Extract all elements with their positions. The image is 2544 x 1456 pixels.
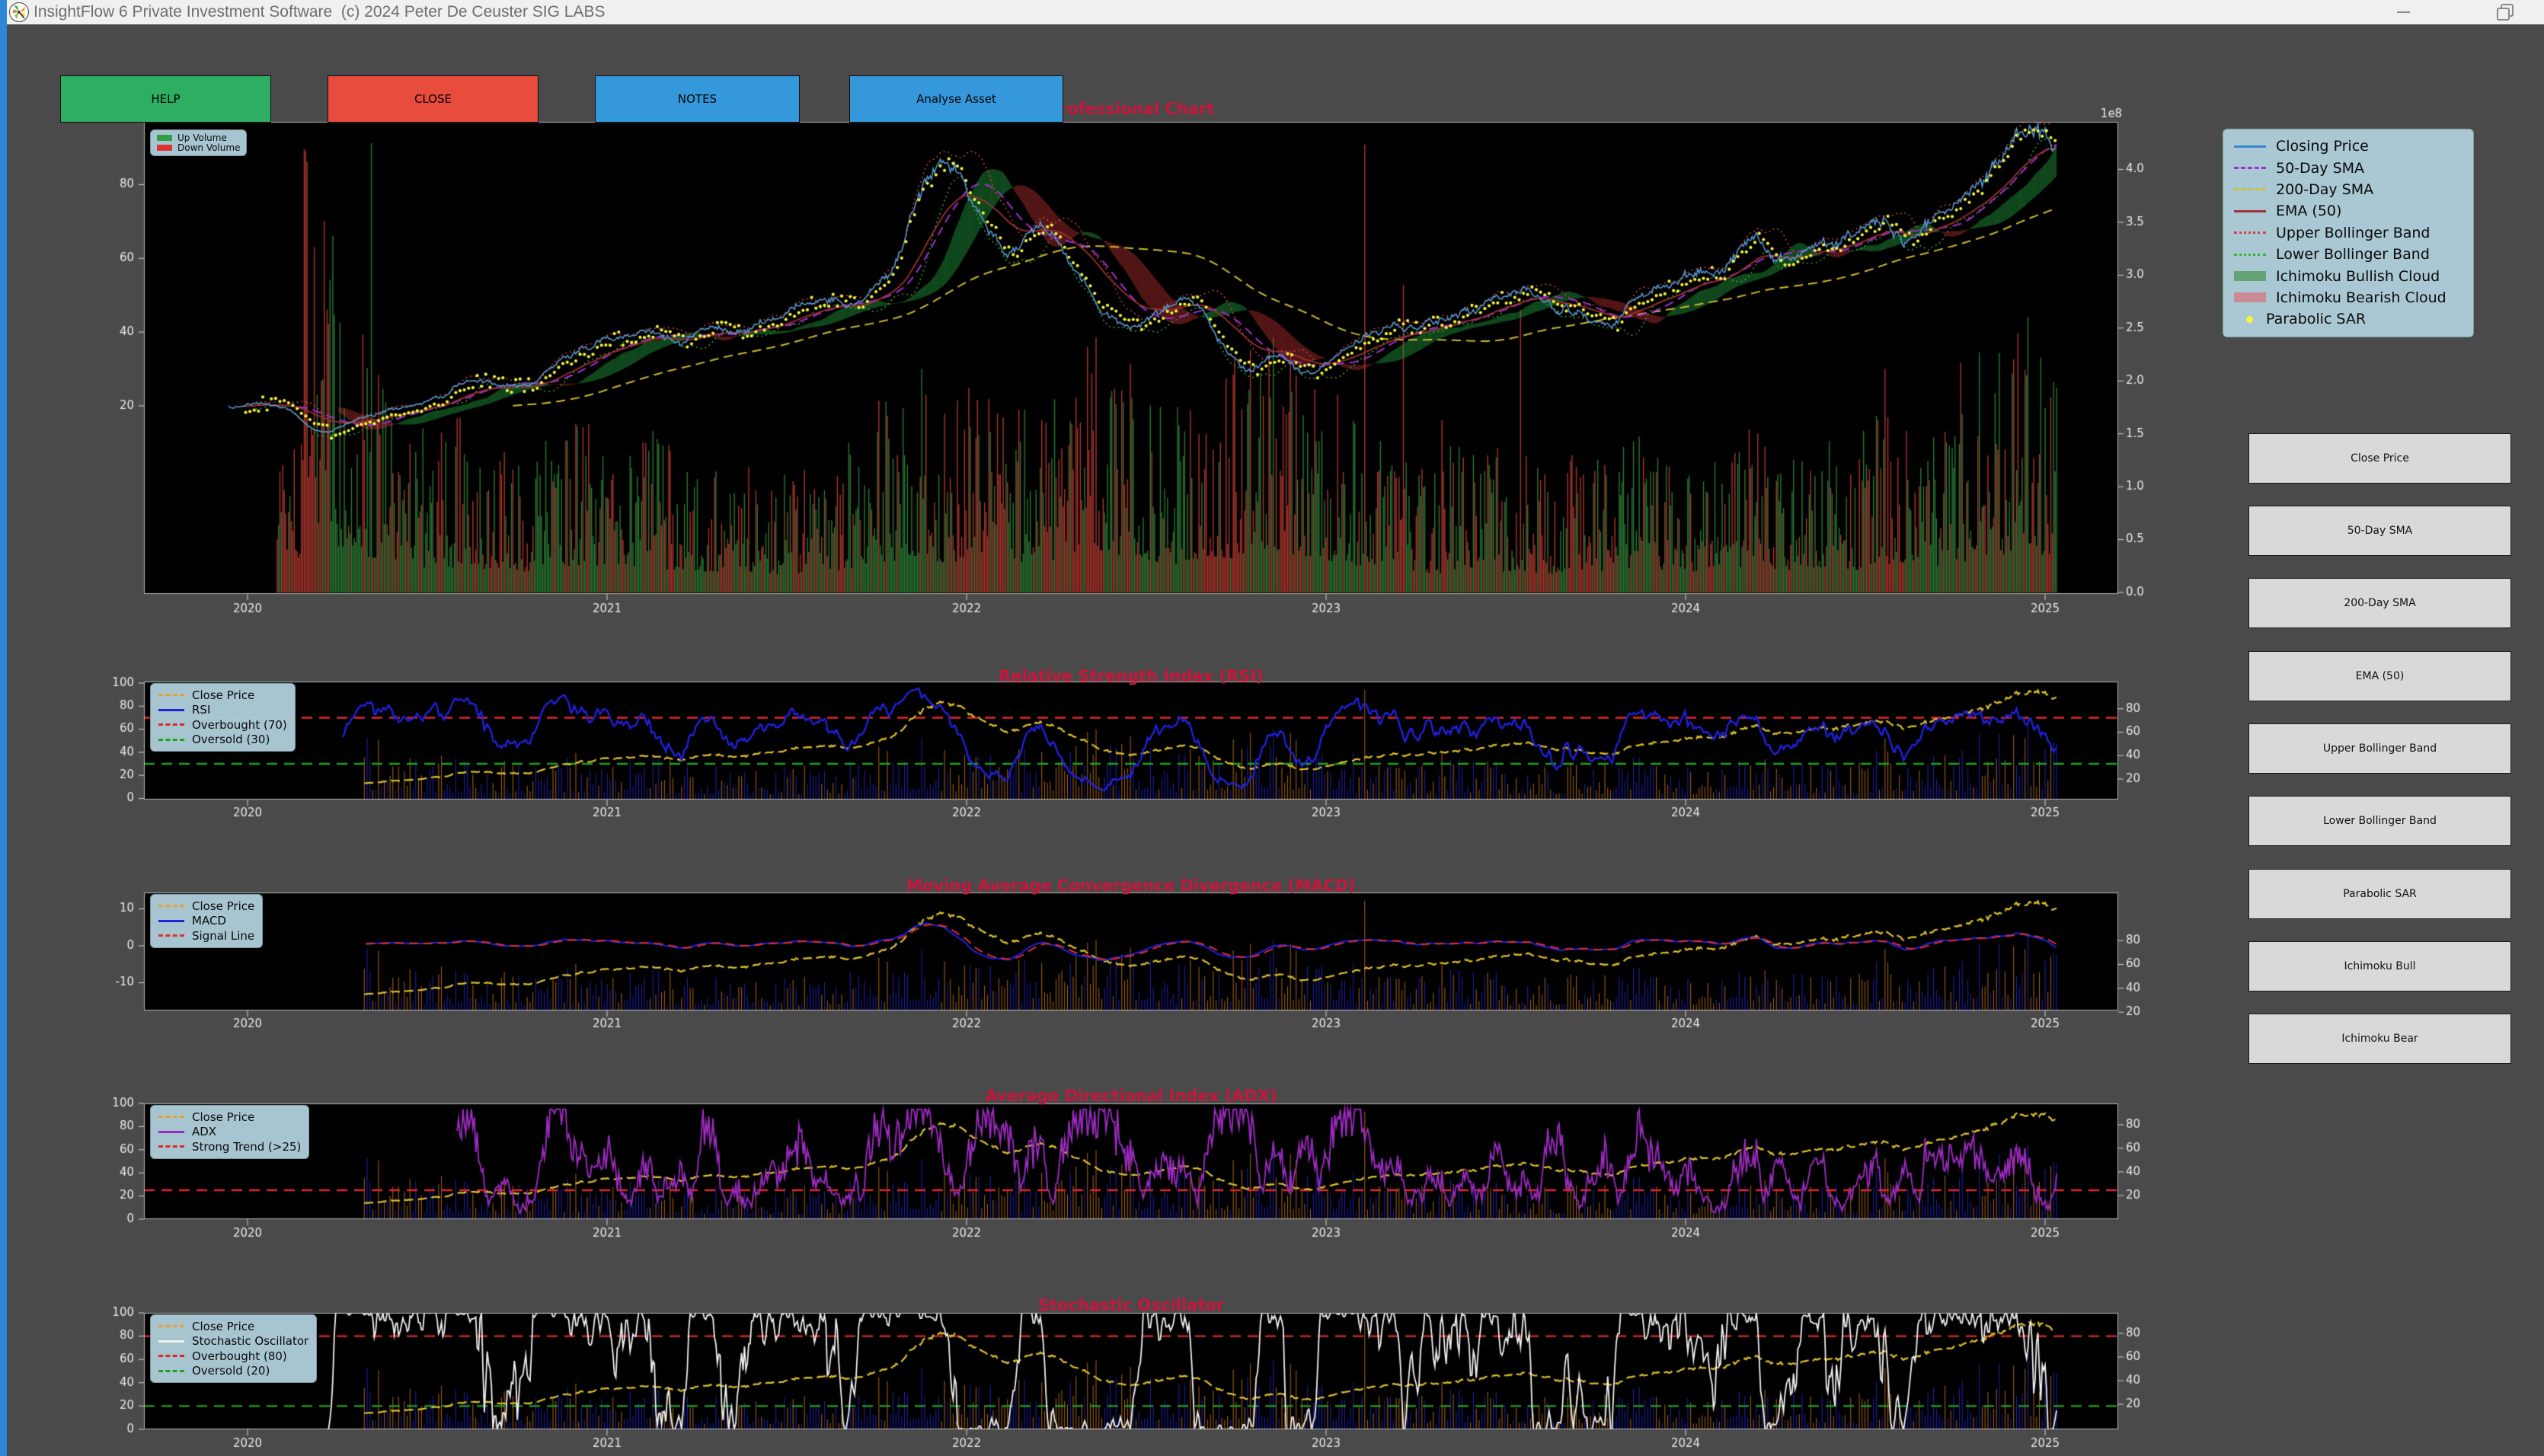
adx-chart-title: Average Directional Index (ADX): [144, 1087, 2118, 1105]
side-button-parabolic-sar[interactable]: Parabolic SAR: [2248, 869, 2511, 919]
app-icon: [9, 2, 29, 22]
help-button[interactable]: HELP: [60, 75, 271, 123]
legend-item: Oversold (30): [158, 733, 287, 748]
window-controls: [2393, 0, 2514, 24]
macd-legend: Close PriceMACDSignal Line: [150, 894, 263, 948]
side-button-50-day-sma[interactable]: 50-Day SMA: [2248, 506, 2511, 556]
legend-item: Signal Line: [158, 928, 254, 944]
macd-chart-title: Moving Average Convergence Divergence (M…: [144, 876, 2118, 895]
side-button-upper-bollinger[interactable]: Upper Bollinger Band: [2248, 723, 2511, 774]
figure-legend: Closing Price50-Day SMA200-Day SMAEMA (5…: [2223, 129, 2474, 337]
legend-item: Upper Bollinger Band: [2234, 222, 2463, 244]
stoch-legend: Close PriceStochastic OscillatorOverboug…: [150, 1314, 317, 1383]
legend-item: Down Volume: [157, 143, 240, 154]
stoch-chart-title: Stochastic Oscillator: [144, 1296, 2118, 1314]
app-window: InsightFlow 6 Private Investment Softwar…: [0, 0, 2544, 1456]
window-title: InsightFlow 6 Private Investment Softwar…: [34, 3, 606, 21]
rsi-chart-title: Relative Strength Index (RSI): [144, 667, 2118, 685]
legend-item: Stochastic Oscillator: [158, 1334, 308, 1349]
legend-item: Ichimoku Bearish Cloud: [2234, 287, 2463, 308]
legend-item: 200-Day SMA: [2234, 179, 2463, 200]
close-button[interactable]: CLOSE: [328, 75, 539, 123]
legend-item: Close Price: [158, 1319, 308, 1334]
legend-item: Closing Price: [2234, 136, 2463, 157]
titlebar: InsightFlow 6 Private Investment Softwar…: [0, 0, 2544, 24]
legend-item: Up Volume: [157, 133, 240, 143]
analyse-asset-button[interactable]: Analyse Asset: [849, 75, 1063, 123]
legend-item: Strong Trend (>25): [158, 1139, 301, 1154]
side-button-close-price[interactable]: Close Price: [2248, 433, 2511, 484]
legend-item: Close Price: [158, 1110, 301, 1125]
rsi-legend: Close PriceRSIOverbought (70)Oversold (3…: [150, 683, 296, 752]
side-button-ichimoku-bull[interactable]: Ichimoku Bull: [2248, 941, 2511, 991]
legend-item: ADX: [158, 1125, 301, 1140]
legend-item: RSI: [158, 703, 287, 718]
side-button-ema-50[interactable]: EMA (50): [2248, 651, 2511, 701]
legend-item: EMA (50): [2234, 200, 2463, 222]
legend-item: Lower Bollinger Band: [2234, 244, 2463, 265]
legend-item: 50-Day SMA: [2234, 157, 2463, 178]
side-button-lower-bollinger[interactable]: Lower Bollinger Band: [2248, 796, 2511, 846]
notes-button[interactable]: NOTES: [595, 75, 800, 123]
minimize-button[interactable]: [2393, 2, 2413, 22]
adx-legend: Close PriceADXStrong Trend (>25): [150, 1105, 309, 1159]
legend-item: Oversold (20): [158, 1364, 308, 1379]
legend-item: Ichimoku Bullish Cloud: [2234, 265, 2463, 286]
restore-button[interactable]: [2497, 4, 2514, 21]
legend-item: Parabolic SAR: [2234, 308, 2463, 330]
legend-item: Close Price: [158, 899, 254, 914]
charts-canvas: [0, 0, 2544, 1456]
legend-item: Close Price: [158, 688, 287, 703]
left-accent-stripe: [0, 0, 7, 1456]
side-button-ichimoku-bear[interactable]: Ichimoku Bear: [2248, 1014, 2511, 1064]
legend-item: MACD: [158, 914, 254, 929]
legend-item: Overbought (80): [158, 1349, 308, 1364]
legend-item: Overbought (70): [158, 717, 287, 733]
side-button-200-day-sma[interactable]: 200-Day SMA: [2248, 578, 2511, 628]
volume-legend: Up VolumeDown Volume: [150, 129, 247, 156]
